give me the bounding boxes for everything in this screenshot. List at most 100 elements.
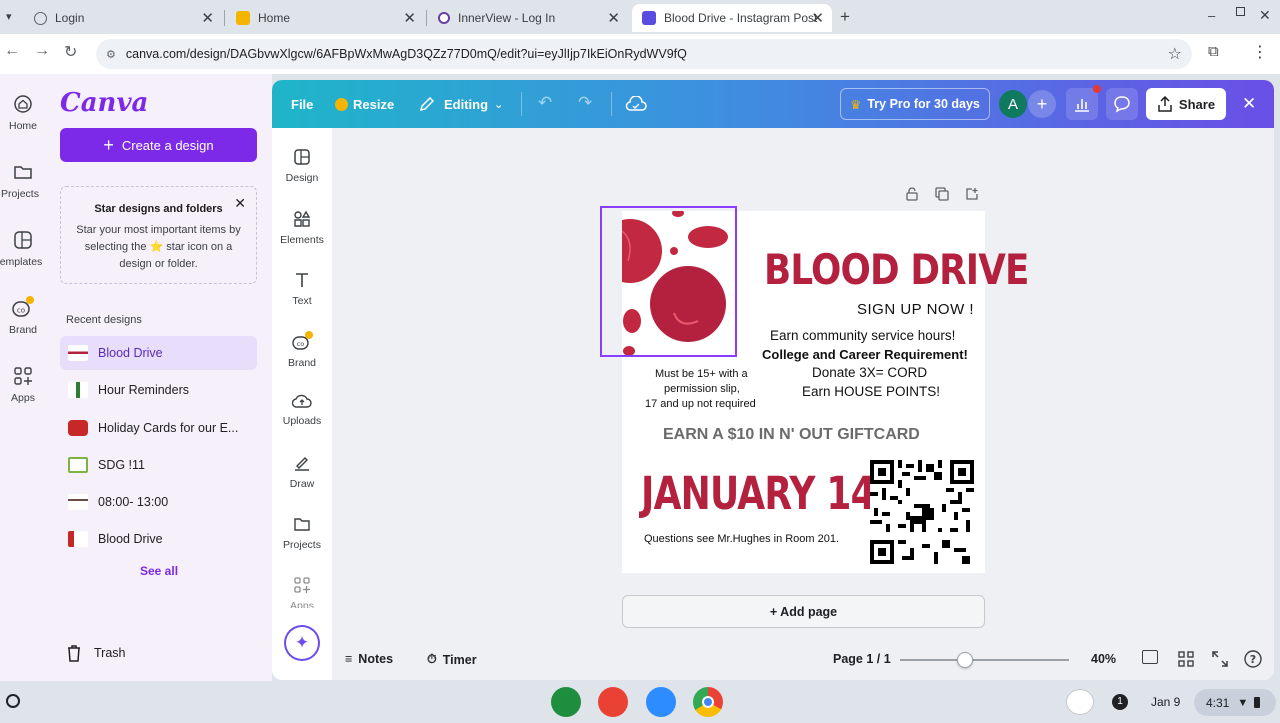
create-design-button[interactable]: + Create a design bbox=[60, 128, 257, 162]
tab-search-icon[interactable]: ▾ bbox=[6, 10, 12, 23]
rail-label: Projects bbox=[1, 188, 39, 200]
zoom-level[interactable]: 40% bbox=[1091, 652, 1116, 666]
zoom-app-icon[interactable] bbox=[646, 687, 676, 717]
cloud-sync-icon[interactable] bbox=[625, 96, 647, 112]
thumbnails-icon[interactable] bbox=[1178, 651, 1194, 667]
close-tab-icon[interactable]: ✕ bbox=[201, 9, 214, 27]
age-requirement-line1[interactable]: Must be 15+ with a bbox=[655, 368, 748, 380]
close-tab-icon[interactable]: ✕ bbox=[403, 9, 416, 27]
paint-app-icon[interactable] bbox=[598, 687, 628, 717]
age-requirement-line2[interactable]: permission slip, bbox=[664, 383, 740, 395]
share-button[interactable]: Share bbox=[1146, 88, 1226, 120]
editing-mode-button[interactable]: Editing ⌄ bbox=[418, 80, 503, 128]
tab-home[interactable]: Home ✕ bbox=[226, 4, 424, 32]
qr-code[interactable] bbox=[870, 460, 974, 564]
tool-elements[interactable]: Elements bbox=[272, 210, 332, 246]
extensions-icon[interactable]: ⧉ bbox=[1208, 43, 1219, 60]
close-tip-icon[interactable]: ✕ bbox=[234, 195, 246, 212]
recent-design-item[interactable]: Blood Drive bbox=[60, 522, 257, 556]
classroom-app-icon[interactable] bbox=[551, 687, 581, 717]
notification-dot bbox=[1093, 85, 1101, 93]
tab-login[interactable]: Login ✕ bbox=[24, 4, 222, 32]
add-page-button[interactable]: + Add page bbox=[622, 595, 985, 628]
resize-button[interactable]: Resize bbox=[335, 80, 394, 128]
tool-label: Brand bbox=[287, 357, 317, 369]
magic-assistant-button[interactable]: ✦ bbox=[284, 625, 320, 661]
date-label[interactable]: Jan 9 bbox=[1151, 695, 1180, 709]
holding-space-thumbnail[interactable] bbox=[1066, 689, 1094, 715]
tool-brand[interactable]: co Brand bbox=[272, 331, 332, 369]
canva-logo[interactable]: Canva bbox=[60, 88, 148, 118]
zoom-slider[interactable] bbox=[900, 652, 1069, 668]
house-points-text[interactable]: Earn HOUSE POINTS! bbox=[802, 384, 940, 399]
redo-icon[interactable]: ↷ bbox=[578, 93, 592, 113]
tool-text[interactable]: Text bbox=[272, 271, 332, 307]
close-window-icon[interactable]: ✕ bbox=[1259, 7, 1271, 24]
undo-icon[interactable]: ↶ bbox=[538, 93, 552, 113]
questions-text[interactable]: Questions see Mr.Hughes in Room 201. bbox=[644, 533, 839, 545]
see-all-link[interactable]: See all bbox=[140, 564, 178, 578]
close-tab-icon[interactable]: ✕ bbox=[811, 9, 824, 27]
help-icon[interactable]: ? bbox=[1244, 650, 1262, 668]
grid-view-icon[interactable] bbox=[1142, 650, 1158, 664]
recent-design-item[interactable]: Hour Reminders bbox=[60, 373, 257, 407]
service-hours-text[interactable]: Earn community service hours! bbox=[770, 328, 955, 343]
tool-design[interactable]: Design bbox=[272, 148, 332, 184]
fullscreen-icon[interactable] bbox=[1212, 651, 1228, 667]
duplicate-page-icon[interactable] bbox=[935, 187, 949, 201]
bookmark-star-icon[interactable]: ☆ bbox=[1168, 44, 1182, 64]
tool-projects[interactable]: Projects bbox=[272, 515, 332, 551]
rail-brand[interactable]: co Brand bbox=[0, 296, 46, 336]
launcher-icon[interactable] bbox=[6, 694, 20, 708]
browser-menu-icon[interactable]: ⋮ bbox=[1252, 42, 1268, 62]
trash-link[interactable]: Trash bbox=[66, 644, 126, 662]
college-career-text[interactable]: College and Career Requirement! bbox=[762, 347, 968, 362]
close-editor-icon[interactable]: ✕ bbox=[1242, 94, 1256, 114]
tool-uploads[interactable]: Uploads bbox=[272, 393, 332, 427]
notification-badge[interactable]: 1 bbox=[1112, 694, 1128, 710]
rail-apps[interactable]: Apps bbox=[0, 366, 46, 404]
comments-button[interactable] bbox=[1106, 88, 1138, 120]
giftcard-text[interactable]: EARN A $10 IN N' OUT GIFTCARD bbox=[663, 426, 920, 444]
recent-design-item[interactable]: Holiday Cards for our E... bbox=[60, 411, 257, 445]
donate-cord-text[interactable]: Donate 3X= CORD bbox=[812, 365, 927, 380]
tool-apps[interactable]: Apps bbox=[272, 576, 332, 608]
add-page-icon[interactable] bbox=[965, 187, 979, 201]
insights-button[interactable] bbox=[1066, 85, 1101, 120]
blood-drive-title[interactable]: BLOOD DRIVE bbox=[764, 245, 1029, 294]
rail-projects[interactable]: Projects bbox=[0, 162, 46, 200]
timer-button[interactable]: ⏱ Timer bbox=[427, 652, 477, 667]
tool-draw[interactable]: Draw bbox=[272, 454, 332, 490]
tab-innerview[interactable]: InnerView - Log In ✕ bbox=[428, 4, 628, 32]
design-thumbnail bbox=[68, 531, 88, 547]
notes-button[interactable]: ≡ Notes bbox=[345, 652, 393, 666]
timer-icon: ⏱ bbox=[427, 652, 437, 666]
page-indicator[interactable]: Page 1 / 1 bbox=[833, 652, 891, 666]
recent-design-item[interactable]: 08:00- 13:00 bbox=[60, 485, 257, 519]
restore-icon[interactable] bbox=[1236, 7, 1245, 16]
reload-icon[interactable]: ↻ bbox=[64, 42, 77, 62]
rail-templates[interactable]: emplates bbox=[0, 230, 46, 268]
invite-plus-button[interactable]: + bbox=[1028, 90, 1056, 118]
recent-design-item[interactable]: SDG !11 bbox=[60, 448, 257, 482]
forward-icon[interactable]: → bbox=[34, 42, 50, 60]
url-bar[interactable]: ⚙ canva.com/design/DAGbvwXlgcw/6AFBpWxMw… bbox=[96, 39, 1192, 69]
lock-icon[interactable] bbox=[905, 187, 919, 201]
selected-element-frame[interactable] bbox=[600, 206, 737, 357]
back-icon[interactable]: ← bbox=[4, 42, 20, 60]
signup-text[interactable]: SIGN UP NOW ! bbox=[857, 301, 974, 318]
avatar[interactable]: A bbox=[999, 90, 1027, 118]
status-tray[interactable]: 4:31 ▼ bbox=[1194, 689, 1276, 716]
rail-home[interactable]: Home bbox=[0, 94, 46, 132]
age-requirement-line3[interactable]: 17 and up not required bbox=[645, 398, 756, 410]
file-menu-button[interactable]: File bbox=[291, 80, 313, 128]
tab-blood-drive[interactable]: Blood Drive - Instagram Post ✕ bbox=[632, 4, 832, 32]
new-tab-icon[interactable]: + bbox=[840, 7, 850, 27]
event-date[interactable]: JANUARY 14 bbox=[641, 467, 876, 520]
recent-design-item[interactable]: Blood Drive bbox=[60, 336, 257, 370]
close-tab-icon[interactable]: ✕ bbox=[607, 9, 620, 27]
site-info-icon[interactable]: ⚙ bbox=[106, 48, 116, 61]
minimize-icon[interactable]: – bbox=[1208, 8, 1215, 23]
try-pro-button[interactable]: ♛ Try Pro for 30 days bbox=[840, 88, 990, 120]
zoom-slider-thumb[interactable] bbox=[956, 652, 973, 668]
